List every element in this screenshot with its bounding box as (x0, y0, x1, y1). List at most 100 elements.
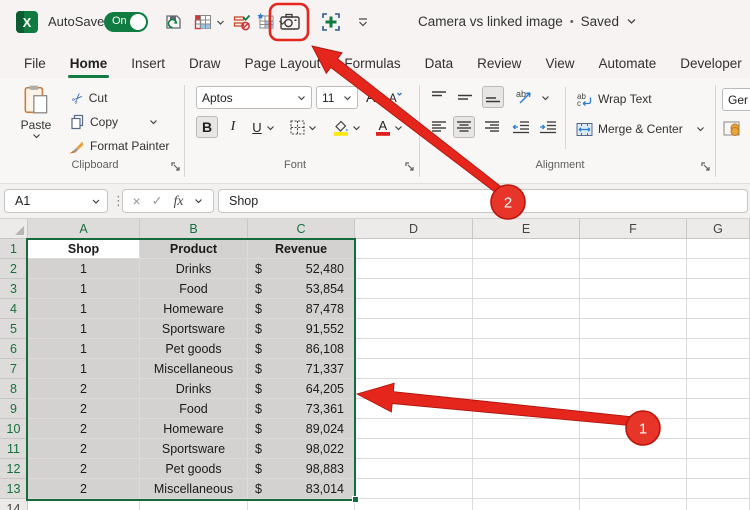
cell-C5[interactable]: $91,552 (248, 319, 355, 339)
column-header-C[interactable]: C (248, 219, 355, 239)
cell-G13[interactable] (687, 479, 750, 499)
cell-E4[interactable] (473, 299, 580, 319)
cell-F5[interactable] (580, 319, 687, 339)
cell-G5[interactable] (687, 319, 750, 339)
cell-E14[interactable] (473, 499, 580, 510)
cell-C13[interactable]: $83,014 (248, 479, 355, 499)
cell-A3[interactable]: 1 (28, 279, 140, 299)
document-title[interactable]: Camera vs linked image (418, 14, 563, 29)
cell-E3[interactable] (473, 279, 580, 299)
row-header-12[interactable]: 12 (0, 459, 28, 479)
align-middle-button[interactable] (454, 86, 476, 108)
cell-F6[interactable] (580, 339, 687, 359)
cancel-icon[interactable]: × (133, 193, 141, 209)
row-header-3[interactable]: 3 (0, 279, 28, 299)
font-size-select[interactable]: 11 (316, 86, 358, 109)
cell-C3[interactable]: $53,854 (248, 279, 355, 299)
borders-button[interactable] (286, 116, 308, 138)
fill-color-button[interactable] (330, 116, 352, 138)
decrease-indent-button[interactable] (510, 116, 532, 138)
column-header-F[interactable]: F (580, 219, 687, 239)
cell-D2[interactable] (355, 259, 473, 279)
align-center-button[interactable] (453, 116, 475, 138)
underline-button[interactable]: U (246, 116, 268, 138)
cell-E10[interactable] (473, 419, 580, 439)
cell-A10[interactable]: 2 (28, 419, 140, 439)
chevron-down-icon[interactable] (266, 124, 275, 132)
selection-fill-handle[interactable] (352, 496, 359, 503)
tab-developer[interactable]: Developer (668, 50, 750, 79)
cell-A6[interactable]: 1 (28, 339, 140, 359)
chevron-down-icon[interactable] (352, 124, 361, 132)
format-painter-button[interactable]: Format Painter (68, 135, 169, 157)
orientation-button[interactable]: ab (514, 86, 536, 108)
cell-D10[interactable] (355, 419, 473, 439)
cell-F7[interactable] (580, 359, 687, 379)
align-left-button[interactable] (428, 116, 450, 138)
tab-formulas[interactable]: Formulas (332, 50, 412, 79)
cell-B5[interactable]: Sportsware (140, 319, 248, 339)
cell-G12[interactable] (687, 459, 750, 479)
name-box[interactable]: A1 (4, 189, 108, 213)
cell-D8[interactable] (355, 379, 473, 399)
font-dialog-launcher-icon[interactable] (404, 159, 416, 171)
increase-indent-button[interactable] (537, 116, 559, 138)
cell-D9[interactable] (355, 399, 473, 419)
cell-B12[interactable]: Pet goods (140, 459, 248, 479)
cell-A14[interactable] (28, 499, 140, 510)
tab-automate[interactable]: Automate (586, 50, 668, 79)
cell-C12[interactable]: $98,883 (248, 459, 355, 479)
cell-C9[interactable]: $73,361 (248, 399, 355, 419)
cell-G3[interactable] (687, 279, 750, 299)
cell-B13[interactable]: Miscellaneous (140, 479, 248, 499)
cell-A11[interactable]: 2 (28, 439, 140, 459)
chevron-down-icon[interactable] (626, 16, 637, 27)
cell-B3[interactable]: Food (140, 279, 248, 299)
cell-A1[interactable]: Shop (28, 239, 140, 259)
cell-E11[interactable] (473, 439, 580, 459)
cell-F8[interactable] (580, 379, 687, 399)
insert-function-icon[interactable]: fx (174, 193, 184, 209)
cell-E7[interactable] (473, 359, 580, 379)
cell-A5[interactable]: 1 (28, 319, 140, 339)
camera-icon[interactable] (279, 11, 301, 33)
cell-E13[interactable] (473, 479, 580, 499)
cell-A8[interactable]: 2 (28, 379, 140, 399)
alignment-dialog-launcher-icon[interactable] (700, 159, 712, 171)
cell-A12[interactable]: 2 (28, 459, 140, 479)
chevron-down-icon[interactable] (541, 94, 550, 102)
align-right-button[interactable] (481, 116, 503, 138)
enter-icon[interactable]: ✓ (152, 193, 163, 209)
chevron-down-icon[interactable] (394, 124, 403, 132)
cell-G14[interactable] (687, 499, 750, 510)
paste-button[interactable]: Paste (10, 84, 62, 158)
cell-D4[interactable] (355, 299, 473, 319)
italic-button[interactable]: I (222, 116, 244, 138)
cell-E5[interactable] (473, 319, 580, 339)
cell-D7[interactable] (355, 359, 473, 379)
tab-draw[interactable]: Draw (177, 50, 233, 79)
cell-G9[interactable] (687, 399, 750, 419)
row-header-2[interactable]: 2 (0, 259, 28, 279)
accounting-format-button[interactable] (722, 118, 744, 140)
row-header-4[interactable]: 4 (0, 299, 28, 319)
cell-F13[interactable] (580, 479, 687, 499)
cell-G1[interactable] (687, 239, 750, 259)
select-all-corner[interactable] (0, 219, 28, 239)
cell-E12[interactable] (473, 459, 580, 479)
cell-C14[interactable] (248, 499, 355, 510)
cell-G4[interactable] (687, 299, 750, 319)
autosave-toggle[interactable]: On (104, 12, 148, 32)
cell-A4[interactable]: 1 (28, 299, 140, 319)
cell-D1[interactable] (355, 239, 473, 259)
cell-G8[interactable] (687, 379, 750, 399)
row-header-8[interactable]: 8 (0, 379, 28, 399)
decrease-font-size-button[interactable]: A (384, 86, 406, 108)
copy-button[interactable]: Copy (70, 111, 158, 133)
cell-B14[interactable] (140, 499, 248, 510)
cell-G2[interactable] (687, 259, 750, 279)
row-header-1[interactable]: 1 (0, 239, 28, 259)
cell-D12[interactable] (355, 459, 473, 479)
cell-E2[interactable] (473, 259, 580, 279)
row-header-5[interactable]: 5 (0, 319, 28, 339)
